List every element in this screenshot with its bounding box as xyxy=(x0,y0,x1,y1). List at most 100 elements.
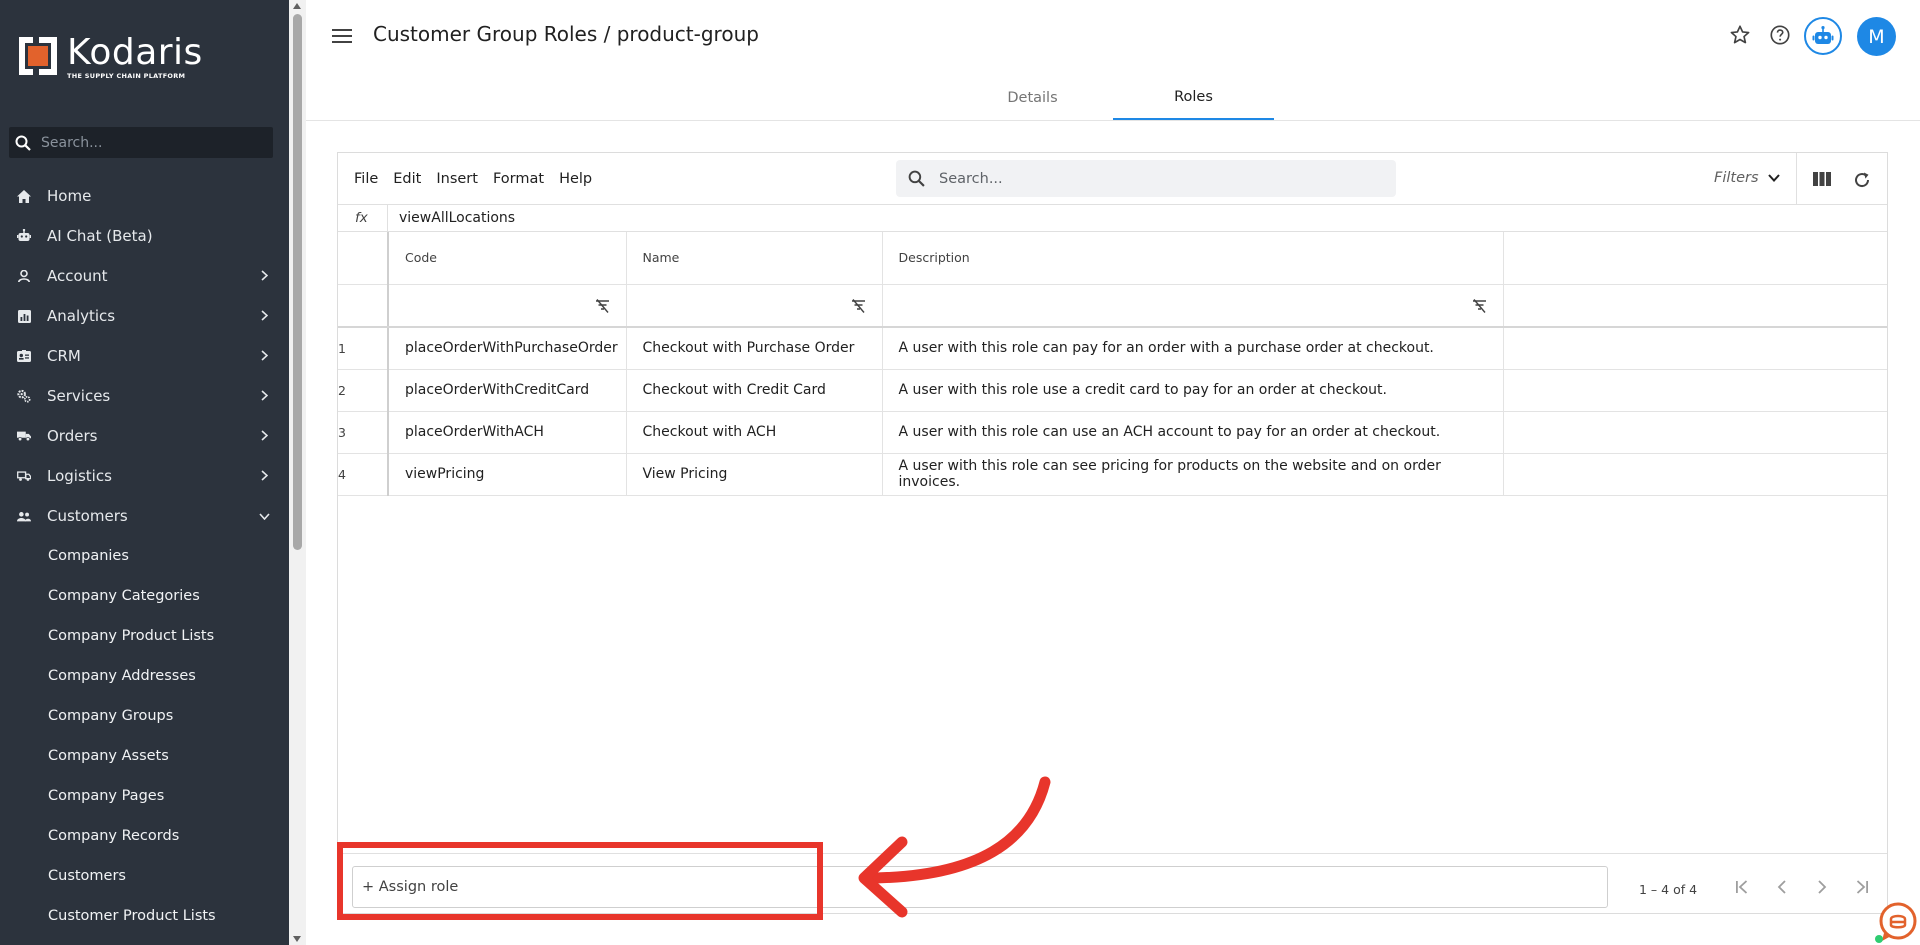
sidebar-item-label: Customers xyxy=(47,507,128,525)
brand-tagline: THE SUPPLY CHAIN PLATFORM xyxy=(67,72,186,80)
menu-edit[interactable]: Edit xyxy=(393,171,421,187)
clear-filter-icon[interactable] xyxy=(851,298,866,313)
sidebar-item-analytics[interactable]: Analytics xyxy=(0,296,289,336)
menu-help[interactable]: Help xyxy=(559,171,592,187)
menu-format[interactable]: Format xyxy=(493,171,544,187)
cell-name[interactable]: View Pricing xyxy=(626,453,883,496)
cell-code[interactable]: placeOrderWithPurchaseOrder xyxy=(388,327,627,370)
first-page-button[interactable] xyxy=(1734,879,1750,899)
table-header-row: Code Name Description xyxy=(338,232,1887,285)
cell-empty xyxy=(1503,453,1887,496)
next-page-button[interactable] xyxy=(1814,879,1830,899)
sidebar-subitem-company-addresses[interactable]: Company Addresses xyxy=(0,656,289,696)
filter-row xyxy=(338,284,1887,328)
sidebar-item-label: Analytics xyxy=(47,307,116,325)
formula-input[interactable]: viewAllLocations xyxy=(399,210,515,226)
table-row[interactable]: 4 viewPricing View Pricing A user with t… xyxy=(338,453,1887,496)
cell-name[interactable]: Checkout with Purchase Order xyxy=(626,327,883,370)
sidebar-item-label: Services xyxy=(47,387,111,405)
cell-code[interactable]: viewPricing xyxy=(388,453,627,496)
sidebar-item-logistics[interactable]: Logistics xyxy=(0,456,289,496)
kodaris-logo[interactable]: Kodaris THE SUPPLY CHAIN PLATFORM xyxy=(17,35,203,80)
chevron-right-icon xyxy=(261,270,268,281)
cell-description[interactable]: A user with this role can see pricing fo… xyxy=(882,453,1504,496)
tab-roles[interactable]: Roles xyxy=(1113,76,1274,120)
shipping-icon xyxy=(17,469,31,483)
tab-details[interactable]: Details xyxy=(952,76,1113,120)
pagination-range: 1 – 4 of 4 xyxy=(1639,882,1698,897)
chevron-right-icon xyxy=(261,310,268,321)
robot-icon xyxy=(17,229,31,243)
clear-filter-icon[interactable] xyxy=(595,298,610,313)
table-row[interactable]: 1 placeOrderWithPurchaseOrder Checkout w… xyxy=(338,327,1887,370)
sidebar-subitem-company-records[interactable]: Company Records xyxy=(0,816,289,856)
cogs-icon xyxy=(17,389,31,403)
scroll-up-arrow-icon[interactable] xyxy=(293,3,301,9)
chat-support-button[interactable] xyxy=(1874,899,1918,943)
filters-dropdown[interactable]: Filters xyxy=(1714,170,1780,186)
cell-description[interactable]: A user with this role use a credit card … xyxy=(882,369,1504,412)
sidebar-subitem-customer-product-lists[interactable]: Customer Product Lists xyxy=(0,896,289,936)
user-avatar[interactable]: M xyxy=(1857,17,1896,56)
search-icon xyxy=(908,170,925,187)
truck-icon xyxy=(17,429,31,443)
cell-code[interactable]: placeOrderWithCreditCard xyxy=(388,369,627,412)
sidebar-subitem-company-pages[interactable]: Company Pages xyxy=(0,776,289,816)
row-number: 4 xyxy=(338,453,389,496)
sidebar-item-home[interactable]: Home xyxy=(0,176,289,216)
sidebar-subitem-company-categories[interactable]: Company Categories xyxy=(0,576,289,616)
ai-assistant-button[interactable] xyxy=(1804,17,1842,55)
help-button[interactable] xyxy=(1769,24,1791,50)
column-header-name[interactable]: Name xyxy=(626,232,883,285)
sidebar-subitem-company-groups[interactable]: Company Groups xyxy=(0,696,289,736)
chevron-down-icon xyxy=(259,513,270,520)
filters-label: Filters xyxy=(1714,170,1759,186)
favorite-button[interactable] xyxy=(1729,24,1751,50)
menu-file[interactable]: File xyxy=(354,171,378,187)
sidebar-scrollbar-thumb[interactable] xyxy=(293,14,302,550)
sidebar-item-label: AI Chat (Beta) xyxy=(47,227,153,245)
chevron-right-icon xyxy=(1818,880,1827,894)
formula-bar: fx viewAllLocations xyxy=(338,205,1887,232)
sidebar-item-orders[interactable]: Orders xyxy=(0,416,289,456)
chevron-right-icon xyxy=(261,470,268,481)
hamburger-menu-button[interactable] xyxy=(332,28,352,48)
grid-search-input[interactable] xyxy=(939,170,1339,187)
sidebar-subitem-companies[interactable]: Companies xyxy=(0,536,289,576)
cell-description[interactable]: A user with this role can use an ACH acc… xyxy=(882,411,1504,454)
annotation-highlight-box xyxy=(337,842,823,920)
sidebar-item-services[interactable]: Services xyxy=(0,376,289,416)
table-row[interactable]: 2 placeOrderWithCreditCard Checkout with… xyxy=(338,369,1887,412)
filter-cell-code[interactable] xyxy=(388,284,627,328)
first-page-icon xyxy=(1736,880,1748,894)
sidebar-item-account[interactable]: Account xyxy=(0,256,289,296)
column-header-description[interactable]: Description xyxy=(882,232,1504,285)
last-page-button[interactable] xyxy=(1854,879,1870,899)
previous-page-button[interactable] xyxy=(1774,879,1790,899)
cell-code[interactable]: placeOrderWithACH xyxy=(388,411,627,454)
column-header-code[interactable]: Code xyxy=(388,232,627,285)
roles-grid-panel: File Edit Insert Format Help Filters fx … xyxy=(337,152,1888,914)
sidebar-subitem-company-assets[interactable]: Company Assets xyxy=(0,736,289,776)
clear-filter-icon[interactable] xyxy=(1472,298,1487,313)
cell-description[interactable]: A user with this role can pay for an ord… xyxy=(882,327,1504,370)
columns-button[interactable] xyxy=(1813,171,1831,191)
scroll-down-arrow-icon[interactable] xyxy=(293,936,301,942)
cell-name[interactable]: Checkout with ACH xyxy=(626,411,883,454)
refresh-button[interactable] xyxy=(1853,171,1871,193)
sidebar-item-crm[interactable]: CRM xyxy=(0,336,289,376)
sidebar-search-input[interactable] xyxy=(41,134,251,151)
fx-label: fx xyxy=(355,210,368,226)
cell-empty xyxy=(1503,369,1887,412)
id-card-icon xyxy=(17,349,31,363)
filter-cell-name[interactable] xyxy=(626,284,883,328)
table-row[interactable]: 3 placeOrderWithACH Checkout with ACH A … xyxy=(338,411,1887,454)
cell-name[interactable]: Checkout with Credit Card xyxy=(626,369,883,412)
header-divider xyxy=(306,120,1920,121)
sidebar-subitem-company-product-lists[interactable]: Company Product Lists xyxy=(0,616,289,656)
menu-insert[interactable]: Insert xyxy=(436,171,478,187)
sidebar-subitem-customers[interactable]: Customers xyxy=(0,856,289,896)
filter-cell-description[interactable] xyxy=(882,284,1504,328)
sidebar-item-ai-chat[interactable]: AI Chat (Beta) xyxy=(0,216,289,256)
sidebar-item-customers[interactable]: Customers xyxy=(0,496,289,536)
